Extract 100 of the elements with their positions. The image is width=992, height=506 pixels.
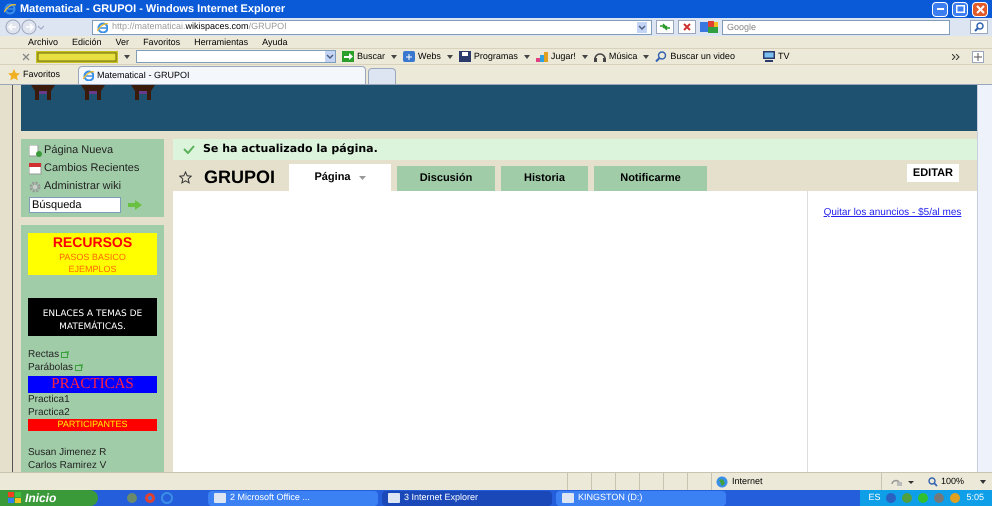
close-icon [682,22,692,32]
sidebar-link[interactable]: Carlos Ramirez V [28,459,157,472]
external-link-icon [75,364,84,371]
monitor-icon [762,51,775,62]
globe-window-icon [403,51,416,62]
sidebar-link[interactable]: Administrar wiki [29,179,156,194]
dropdown-icon [325,51,335,62]
search-icon [655,51,668,62]
page-tab[interactable]: Historia [501,166,588,191]
add-button[interactable] [972,50,984,62]
caret-icon [446,54,453,58]
app-icon [214,493,226,503]
browser-tab[interactable]: MatematicaI - GRUPOI [78,66,366,84]
sidebar-link[interactable]: Practica1 [28,392,157,406]
minimize-button[interactable] [932,2,948,16]
banner-text: RECURSOS [52,233,132,251]
taskbar-button[interactable]: 2 Microsoft Office ... [208,490,378,506]
menu-item[interactable]: Ayuda [262,38,288,46]
star-icon [8,69,20,81]
chevron-icon [952,54,960,60]
menu-item[interactable]: Edición [72,38,102,46]
caret-icon [980,480,986,484]
desk-figure-icon [79,85,107,101]
minimize-icon [936,8,944,10]
banner-text: PRACTICAS [51,376,134,392]
dropdown-icon [637,22,647,32]
caret-icon [582,54,588,58]
browser-logo-icon [4,3,16,15]
toolbar-button[interactable]: TV [762,50,790,64]
desk-figure-icon [129,85,157,101]
globe-icon [716,476,728,488]
page-title: GRUPOI [204,166,276,189]
toolbar-button[interactable]: Buscar [342,50,386,64]
toolbar-button[interactable]: Programas [458,50,518,64]
go-arrow-icon [342,51,354,62]
maximize-button[interactable] [952,2,968,16]
notice-text: Se ha actualizado la página. [203,141,378,158]
stop-button[interactable] [678,20,696,34]
toolbar-button[interactable]: Buscar un video [655,50,735,64]
page-tab[interactable]: Página [289,164,392,191]
checkmark-icon [183,145,195,154]
sidebar-link[interactable]: Cambios Recientes [29,161,156,176]
sidebar-link[interactable]: Rectas [28,348,157,361]
remove-ads-link[interactable]: Quitar los anuncios - $5/al mes [824,207,962,218]
menu-item[interactable]: Ver [116,38,130,46]
banner-text: EJEMPLOS [68,263,116,275]
arrow-icon [127,200,143,210]
sidebar-link[interactable]: Parábolas [28,360,157,374]
search-button[interactable] [970,20,988,34]
calendar-icon [29,162,42,174]
plus-icon [974,52,982,60]
maximize-icon [956,5,964,13]
star-icon [179,171,192,184]
zoom-button[interactable]: 100% [928,474,964,488]
bars-icon [536,51,548,62]
refresh-button[interactable] [656,20,674,34]
browser-logo-icon [83,70,94,81]
banner-text: PASOS BASICO [59,251,126,263]
banner-text: ENLACES A TEMAS DE MATEMÁTICAS. [42,308,144,334]
menu-item[interactable]: Favoritos [143,38,180,46]
caret-icon [358,176,366,180]
url-text: http://matematicai.wikispaces.com/GRUPOI [112,20,287,34]
new-page-icon [29,144,42,156]
page-icon [97,22,108,32]
taskbar-button[interactable]: KINGSTON (D:) [556,490,726,506]
caret-icon [643,54,650,58]
scrollbar[interactable] [977,85,992,472]
caret-icon [391,54,398,58]
caret-icon [524,54,530,58]
toolbar-search-field[interactable] [136,50,336,63]
sidebar-link[interactable]: Practica2 [28,406,157,419]
caret-icon [124,54,130,58]
sidebar-link[interactable]: Susan Jimenez R [28,446,157,459]
search-field[interactable]: Búsqueda [29,197,121,213]
start-button[interactable]: Inicio [0,490,98,506]
edit-button[interactable]: EDITAR [906,164,959,182]
toolbar-button[interactable]: Jugar! [536,50,576,64]
page-tab[interactable]: Discusión [397,166,496,191]
zoom-icon [928,476,938,486]
toolbar-button[interactable]: Música [594,50,638,64]
address-field[interactable]: http://matematicai.wikispaces.com/GRUPOI [92,20,652,34]
windows-logo-icon [8,492,21,504]
search-icon [974,22,984,32]
search-provider-logo-icon [700,21,718,33]
favorite-star-button[interactable] [179,171,192,184]
close-button[interactable] [972,2,988,16]
sidebar-link[interactable]: Página Nueva [29,143,156,158]
search-field[interactable]: Google [722,20,950,34]
favorites-button[interactable]: Favoritos [8,66,60,84]
headphones-icon [594,51,606,62]
external-link-icon [61,350,70,358]
taskbar-button[interactable]: 3 Internet Explorer [382,490,552,506]
menu-item[interactable]: Herramientas [194,38,248,46]
toolbar-button[interactable]: Webs [403,50,441,64]
menu-item[interactable]: Archivo [28,38,58,46]
app-icon [388,493,400,503]
gear-icon [29,180,42,192]
arrows-icon [659,22,671,32]
page-tab[interactable]: Notificarme [594,166,708,191]
app-icon [562,493,574,503]
